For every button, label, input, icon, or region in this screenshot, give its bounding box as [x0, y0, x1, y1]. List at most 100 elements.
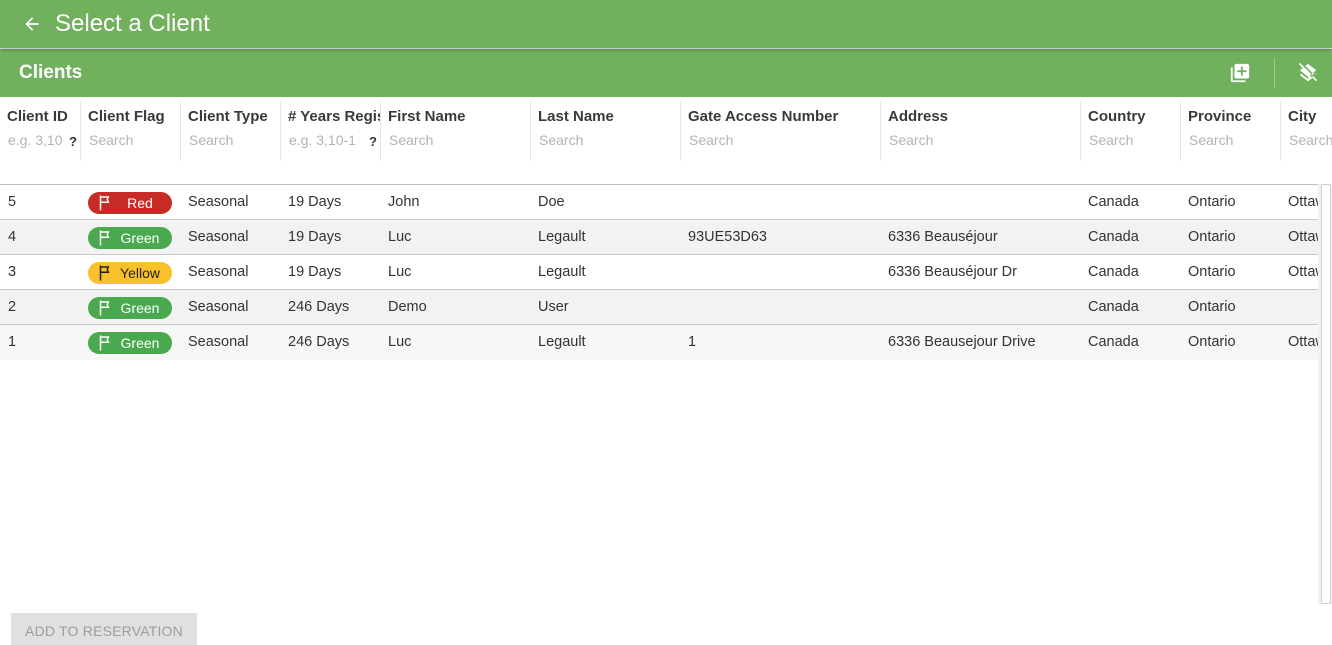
flag-icon-wrap: [96, 194, 114, 212]
flag-icon: [99, 265, 110, 281]
province-cell: Ontario: [1188, 264, 1236, 280]
client-flag-badge: Green: [88, 297, 172, 319]
column-title: First Name: [388, 108, 466, 125]
column-title: Client Flag: [88, 108, 165, 125]
first-name-filter-input[interactable]: [389, 132, 522, 148]
add-client-icon: [1230, 63, 1250, 83]
client-type-cell: Seasonal: [188, 334, 249, 350]
address-cell: 6336 Beauséjour Dr: [888, 264, 1017, 280]
client-id-cell: 5: [8, 194, 17, 210]
column-title: Client Type: [188, 108, 268, 125]
column-title: Client ID: [7, 108, 68, 125]
client-flag-badge: Green: [88, 227, 172, 249]
flag-icon: [99, 300, 110, 316]
flag-icon: [99, 335, 110, 351]
vertical-scrollbar[interactable]: [1318, 184, 1332, 604]
province-cell: Ontario: [1188, 299, 1236, 315]
years-registered-filter-input[interactable]: [289, 132, 361, 148]
province-filter-input[interactable]: [1189, 132, 1272, 148]
city-filter-input[interactable]: [1289, 132, 1332, 148]
province-cell: Ontario: [1188, 334, 1236, 350]
years-registered-cell: 246 Days: [288, 334, 350, 350]
layers-off-button[interactable]: [1284, 49, 1332, 97]
column-title: Last Name: [538, 108, 614, 125]
last-name-cell: User: [538, 299, 569, 315]
first-name-cell: Demo: [388, 299, 427, 315]
years-registered-cell: 19 Days: [288, 264, 342, 280]
flag-icon-wrap: [96, 334, 114, 352]
city-cell: Ottawa: [1288, 334, 1318, 350]
flag-label: Green: [120, 300, 160, 316]
years-registered-cell: 19 Days: [288, 194, 342, 210]
client-id-cell: 1: [8, 334, 17, 350]
client-type-cell: Seasonal: [188, 264, 249, 280]
province-cell: Ontario: [1188, 194, 1236, 210]
grid-body: 5 Seasonal 19 Days John Doe Canada Ontario Otta…: [0, 184, 1318, 360]
clients-grid: Client ID ? Client Flag Client Type # Ye…: [0, 101, 1332, 161]
section-title: Clients: [19, 62, 83, 83]
flag-icon-wrap: [96, 299, 114, 317]
column-title: City: [1288, 108, 1317, 125]
years-registered-cell: 19 Days: [288, 229, 342, 245]
table-row[interactable]: 5 Seasonal 19 Days John Doe Canada Ontario Otta…: [0, 185, 1318, 220]
country-filter-input[interactable]: [1089, 132, 1172, 148]
table-row[interactable]: 1 Seasonal 246 Days Luc Legault 1 6336 Beausej…: [0, 325, 1318, 360]
gate-access-cell: 93UE53D63: [688, 229, 767, 245]
filter-help-icon[interactable]: ?: [69, 134, 77, 149]
add-client-button[interactable]: [1216, 49, 1264, 97]
country-cell: Canada: [1088, 229, 1139, 245]
flag-icon-wrap: [96, 264, 114, 282]
years-registered-cell: 246 Days: [288, 299, 350, 315]
gate-access-filter-input[interactable]: [689, 132, 872, 148]
last-name-cell: Legault: [538, 229, 586, 245]
country-cell: Canada: [1088, 264, 1139, 280]
country-cell: Canada: [1088, 299, 1139, 315]
client-type-cell: Seasonal: [188, 229, 249, 245]
filter-help-icon[interactable]: ?: [369, 134, 377, 149]
last-name-cell: Legault: [538, 264, 586, 280]
layers-off-icon: [1298, 62, 1318, 82]
arrow-back-icon: [25, 17, 39, 31]
client-type-filter-input[interactable]: [189, 132, 272, 148]
city-cell: Ottawa: [1288, 264, 1318, 280]
client-id-cell: 3: [8, 264, 17, 280]
flag-label: Green: [120, 230, 160, 246]
client-flag-filter-input[interactable]: [89, 132, 172, 148]
last-name-filter-input[interactable]: [539, 132, 672, 148]
country-cell: Canada: [1088, 194, 1139, 210]
flag-icon: [99, 195, 110, 211]
client-id-cell: 4: [8, 229, 17, 245]
clients-toolbar: Clients: [0, 49, 1332, 97]
column-header-city: City: [1280, 101, 1332, 161]
scrollbar-thumb[interactable]: [1321, 184, 1331, 604]
toolbar-divider: [1274, 58, 1275, 88]
city-cell: [1288, 290, 1318, 324]
address-filter-input[interactable]: [889, 132, 1072, 148]
first-name-cell: Luc: [388, 334, 412, 350]
flag-icon-wrap: [96, 229, 114, 247]
address-cell: 6336 Beausejour Drive: [888, 334, 1036, 350]
client-flag-badge: Yellow: [88, 262, 172, 284]
column-header-first-name: First Name: [380, 101, 530, 161]
flag-label: Yellow: [120, 265, 160, 281]
add-to-reservation-button[interactable]: ADD TO RESERVATION: [11, 613, 197, 645]
column-title: # Years Registered: [288, 108, 380, 125]
address-cell: 6336 Beauséjour: [888, 229, 998, 245]
city-cell: Ottawa: [1288, 194, 1318, 210]
gate-access-cell: 1: [688, 334, 697, 350]
client-id-filter-input[interactable]: [8, 132, 66, 148]
city-cell: Ottawa: [1288, 229, 1318, 245]
client-flag-badge: Red: [88, 192, 172, 214]
column-title: Province: [1188, 108, 1252, 125]
column-header-last-name: Last Name: [530, 101, 680, 161]
table-row[interactable]: 4 Seasonal 19 Days Luc Legault 93UE53D63 6336 …: [0, 220, 1318, 255]
back-button[interactable]: [10, 0, 54, 48]
table-row[interactable]: 2 Seasonal 246 Days Demo User Canada Ontario Gr…: [0, 290, 1318, 325]
column-header-client-id: Client ID ?: [0, 101, 80, 161]
grid-header-row: Client ID ? Client Flag Client Type # Ye…: [0, 101, 1332, 161]
table-row[interactable]: 3 Seasonal 19 Days Luc Legault 6336 Beauséjou…: [0, 255, 1318, 290]
flag-icon: [99, 230, 110, 246]
app-bar: Select a Client: [0, 0, 1332, 48]
column-title: Address: [888, 108, 949, 125]
first-name-cell: John: [388, 194, 420, 210]
